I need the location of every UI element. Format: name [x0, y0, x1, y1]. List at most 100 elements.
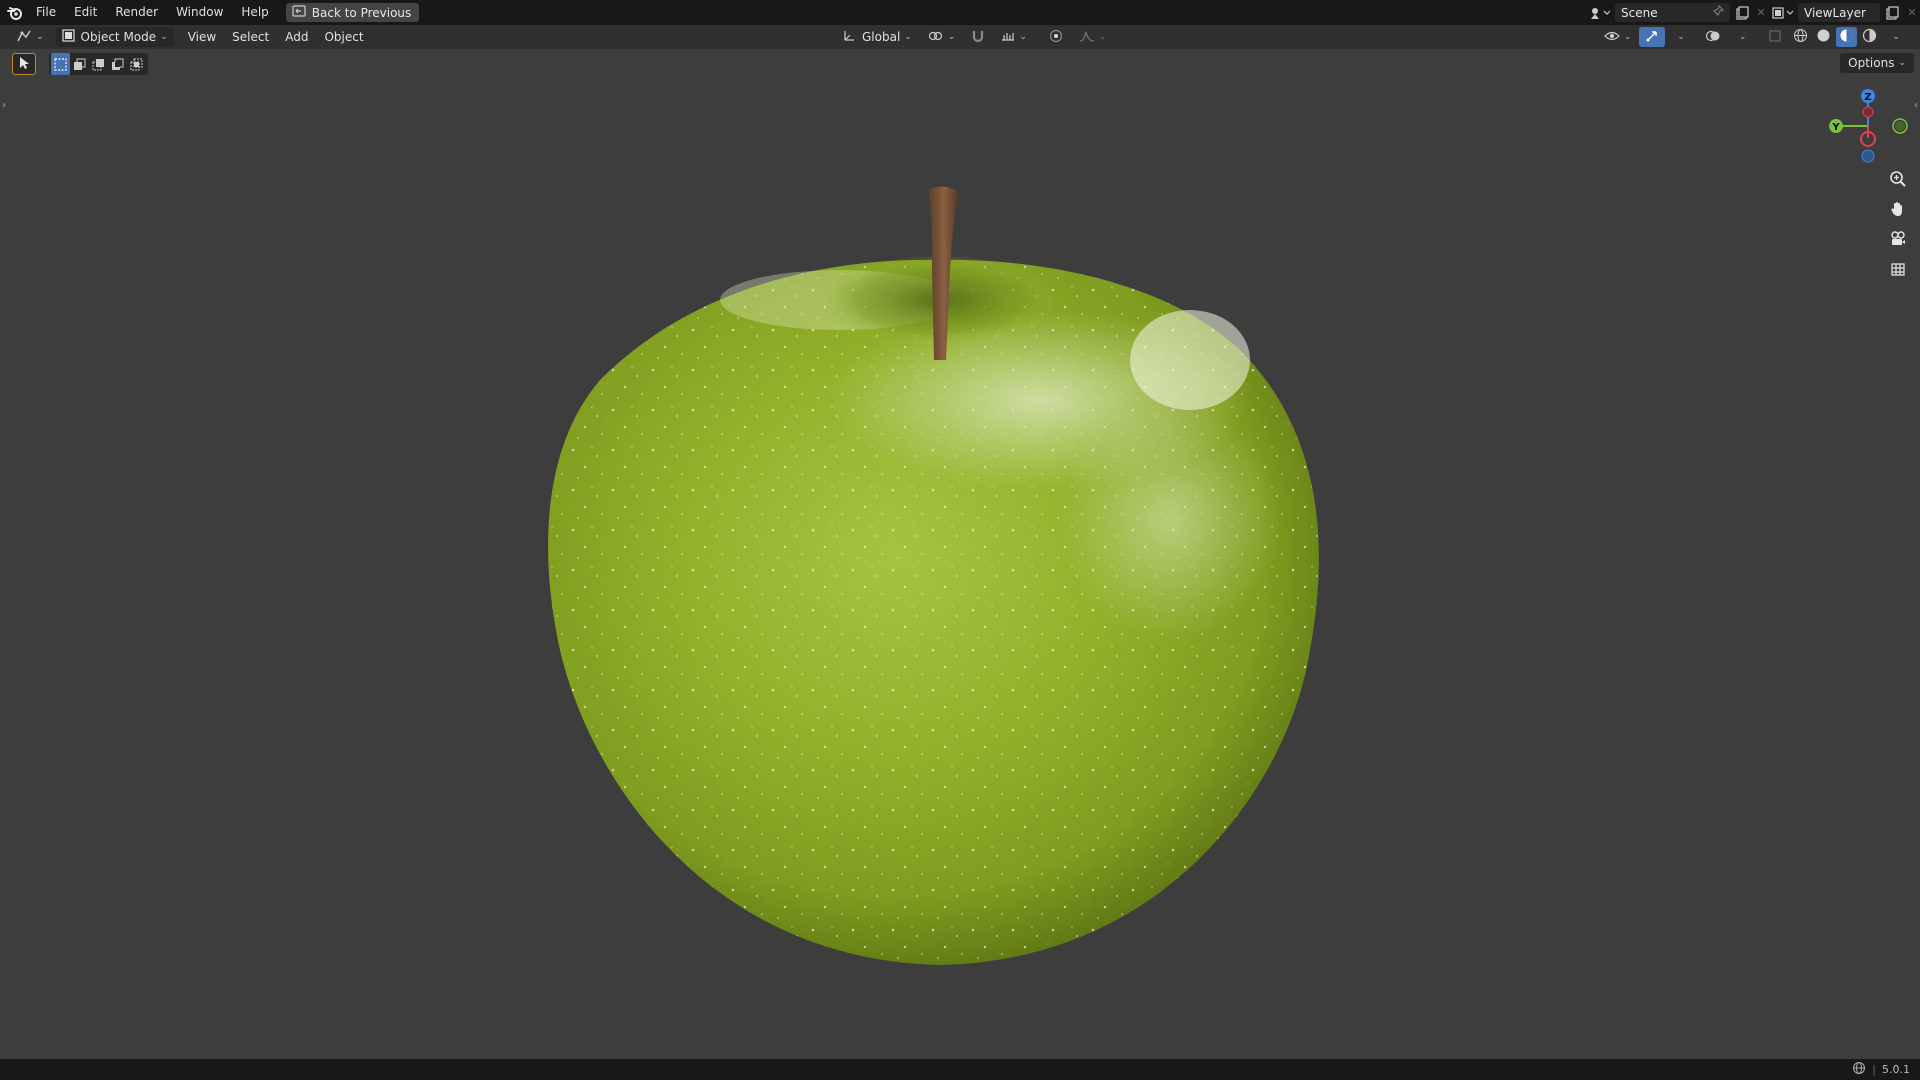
cursor-arrow-icon [18, 56, 30, 73]
snap-increment-icon [1001, 29, 1015, 46]
scene-field[interactable]: Scene [1615, 3, 1730, 22]
menu-render[interactable]: Render [106, 0, 167, 25]
chevron-down-icon: ⌄ [1019, 32, 1027, 42]
selection-mode-group [49, 53, 148, 75]
pan-hand-icon[interactable] [1884, 196, 1912, 222]
editor-type-button[interactable]: ⌄ [10, 27, 50, 47]
chevron-down-icon: ⌄ [904, 32, 912, 42]
zoom-icon[interactable] [1884, 166, 1912, 192]
editor-type-icon [16, 29, 32, 46]
gizmo-toggle[interactable] [1639, 27, 1666, 47]
sidebar-expand-arrow-icon[interactable]: ‹ [1914, 100, 1918, 111]
chevron-down-icon: ⌄ [36, 32, 44, 42]
status-separator: | [1872, 1063, 1876, 1076]
camera-view-icon[interactable] [1884, 226, 1912, 252]
transform-orientation-dropdown[interactable]: Global ⌄ [836, 27, 918, 47]
menu-object[interactable]: Object [318, 27, 369, 47]
shading-wireframe[interactable] [1790, 27, 1811, 47]
select-subtract-icon[interactable] [89, 53, 108, 75]
overlays-toggle[interactable] [1699, 27, 1727, 47]
gizmo-y-label: Y [1831, 122, 1840, 133]
transform-controls: Global ⌄ ⌄ ⌄ ⌄ [836, 27, 1112, 47]
pivot-point-dropdown[interactable]: ⌄ [922, 27, 962, 47]
gizmo-dropdown[interactable]: ⌄ [1667, 27, 1691, 47]
object-mode-label: Object Mode [80, 30, 157, 44]
select-new-icon[interactable] [51, 53, 70, 75]
options-label: Options [1848, 56, 1895, 70]
proportional-falloff-dropdown[interactable]: ⌄ [1073, 27, 1113, 47]
object-mode-dropdown[interactable]: Object Mode ⌄ [55, 27, 174, 47]
orientation-label: Global [862, 30, 901, 44]
version-label: 5.0.1 [1882, 1063, 1910, 1076]
back-to-previous-button[interactable]: Back to Previous [285, 3, 420, 22]
shading-solid[interactable] [1813, 27, 1834, 47]
eye-icon [1603, 29, 1620, 46]
pivot-icon [928, 29, 944, 46]
toolbar-expand-arrow-icon[interactable]: › [2, 100, 6, 111]
rendered-sphere-icon [1862, 28, 1877, 46]
delete-scene-icon[interactable]: ✕ [1754, 3, 1768, 22]
shading-dropdown[interactable]: ⌄ [1882, 27, 1906, 47]
chevron-down-icon: ⌄ [1738, 32, 1747, 42]
select-extend-icon[interactable] [70, 53, 89, 75]
gizmo-z-label: Z [1864, 92, 1871, 103]
chevron-down-icon: ⌄ [947, 32, 956, 42]
chevron-down-icon: ⌄ [1623, 32, 1632, 42]
viewlayer-field[interactable]: ViewLayer [1798, 3, 1880, 22]
visibility-dropdown[interactable]: ⌄ [1598, 27, 1638, 47]
menu-add[interactable]: Add [279, 27, 314, 47]
material-sphere-icon [1839, 28, 1854, 46]
chevron-down-icon: ⌄ [1098, 32, 1107, 42]
shading-material-preview[interactable] [1836, 27, 1858, 47]
xray-toggle[interactable] [1762, 27, 1788, 47]
select-tool-button[interactable] [12, 53, 36, 75]
menu-select[interactable]: Select [226, 27, 275, 47]
snap-target-dropdown[interactable]: ⌄ [995, 27, 1033, 47]
viewport-header: ⌄ Object Mode ⌄ View Select Add Object G… [0, 25, 1920, 49]
overlays-dropdown[interactable]: ⌄ [1729, 27, 1753, 47]
menu-file[interactable]: File [27, 0, 65, 25]
xray-icon [1768, 29, 1782, 46]
chevron-down-icon: ⌄ [1677, 32, 1685, 42]
new-scene-icon[interactable] [1730, 3, 1754, 22]
menu-help[interactable]: Help [232, 0, 277, 25]
object-mode-icon [61, 29, 75, 45]
snap-toggle[interactable] [965, 27, 991, 47]
options-dropdown[interactable]: Options ⌄ [1840, 53, 1914, 73]
menu-window[interactable]: Window [167, 0, 232, 25]
proportional-edit-icon [1049, 29, 1063, 46]
scene-browse-icon[interactable] [1585, 3, 1615, 22]
menu-view[interactable]: View [182, 27, 222, 47]
falloff-curve-icon [1079, 29, 1095, 46]
top-menu-bar: File Edit Render Window Help Back to Pre… [0, 0, 1920, 25]
blender-logo-icon[interactable] [3, 1, 27, 25]
chevron-down-icon: ⌄ [160, 32, 168, 42]
viewlayer-browse-icon[interactable] [1768, 3, 1798, 22]
pin-icon[interactable] [1712, 5, 1724, 20]
delete-viewlayer-icon[interactable]: ✕ [1904, 3, 1920, 22]
orientation-axes-icon [842, 29, 856, 46]
scene-name: Scene [1621, 5, 1658, 20]
gizmo-icon [1645, 29, 1659, 46]
chevron-down-icon: ⌄ [1898, 58, 1906, 68]
wireframe-sphere-icon [1793, 28, 1808, 46]
back-screen-icon [292, 5, 306, 20]
apple-model[interactable] [540, 180, 1340, 983]
viewport-display-controls: ⌄ ⌄ ⌄ ⌄ [1598, 27, 1906, 47]
top-right-controls: Scene ✕ ViewLayer ✕ [1585, 0, 1920, 25]
chevron-down-icon: ⌄ [1892, 32, 1900, 42]
navigation-tools [1884, 166, 1912, 282]
back-to-previous-label: Back to Previous [311, 5, 412, 20]
overlays-icon [1705, 29, 1721, 46]
navigation-gizmo[interactable]: Z Y [1820, 86, 1910, 166]
proportional-edit-toggle[interactable] [1043, 27, 1069, 47]
ortho-grid-icon[interactable] [1884, 256, 1912, 282]
menu-edit[interactable]: Edit [65, 0, 106, 25]
select-invert-icon[interactable] [108, 53, 127, 75]
shading-rendered[interactable] [1859, 27, 1880, 47]
new-viewlayer-icon[interactable] [1880, 3, 1904, 22]
status-bar: | 5.0.1 [0, 1059, 1920, 1080]
select-tool-row [12, 53, 148, 75]
solid-sphere-icon [1816, 28, 1831, 46]
select-intersect-icon[interactable] [127, 53, 146, 75]
